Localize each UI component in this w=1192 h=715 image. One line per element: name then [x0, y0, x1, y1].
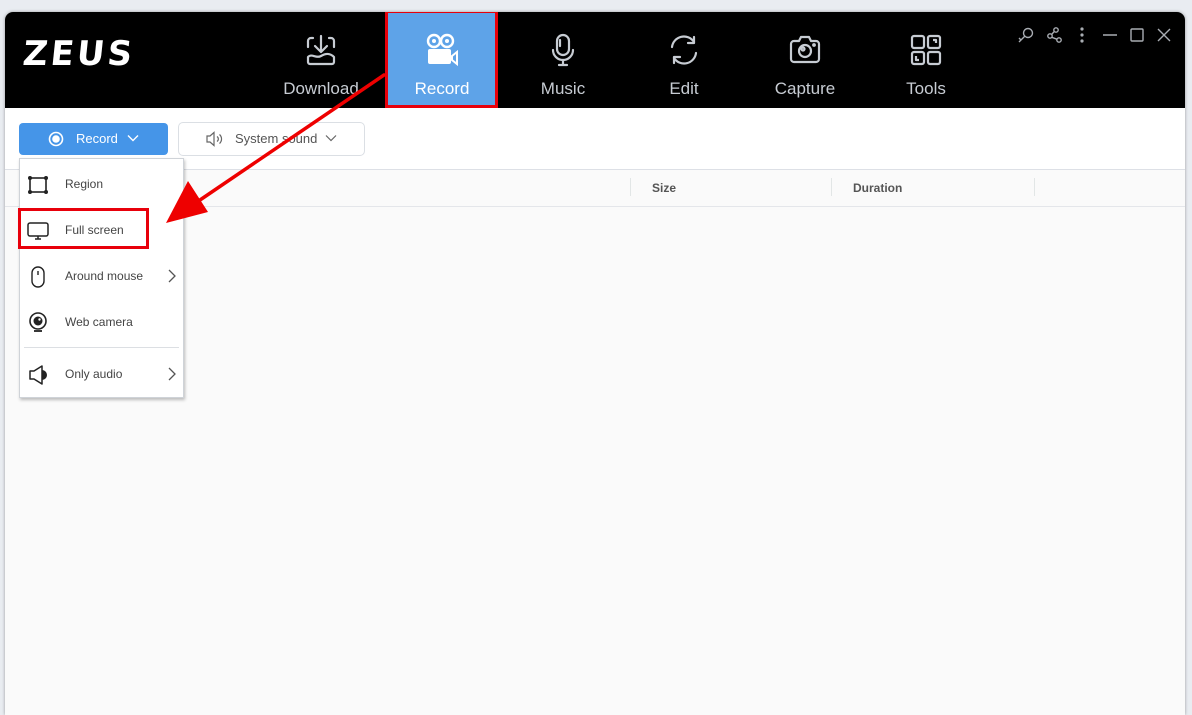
nav-tab-download[interactable]: Download: [265, 12, 377, 108]
chevron-right-icon: [167, 367, 177, 386]
speaker-icon: [206, 131, 224, 150]
menu-item-label: Web camera: [65, 315, 133, 329]
nav-tab-edit[interactable]: Edit: [628, 12, 740, 108]
share-icon[interactable]: [1044, 26, 1066, 44]
app-window: ZEUS Download Record Music Edit Capture …: [5, 12, 1185, 715]
camera-icon: [749, 32, 861, 68]
minimize-icon[interactable]: [1099, 26, 1121, 44]
nav-tab-music[interactable]: Music: [507, 12, 619, 108]
record-button-label: Record: [76, 131, 118, 146]
menu-item-web-camera[interactable]: Web camera: [20, 303, 183, 343]
menu-item-region[interactable]: Region: [20, 165, 183, 205]
column-divider[interactable]: [1034, 178, 1035, 196]
download-icon: [265, 32, 377, 68]
record-mode-menu: Region Full screen Around mouse Web came…: [19, 158, 184, 398]
menu-item-label: Only audio: [65, 367, 123, 381]
nav-label: Record: [414, 79, 470, 98]
monitor-icon: [26, 221, 50, 241]
menu-divider: [24, 347, 179, 348]
close-icon[interactable]: [1153, 26, 1175, 44]
column-divider[interactable]: [630, 178, 631, 196]
system-sound-dropdown[interactable]: System sound: [178, 122, 365, 156]
region-icon: [26, 175, 50, 195]
menu-item-label: Region: [65, 177, 104, 191]
chevron-down-icon: [325, 132, 337, 147]
speaker-icon: [26, 365, 50, 385]
more-icon[interactable]: [1071, 26, 1093, 44]
nav-tab-capture[interactable]: Capture: [749, 12, 861, 108]
menu-item-around-mouse[interactable]: Around mouse: [20, 257, 183, 297]
menu-item-label: Full screen: [65, 223, 124, 237]
column-header-duration[interactable]: Duration: [853, 181, 902, 195]
sound-button-label: System sound: [235, 131, 318, 146]
top-bar: ZEUS Download Record Music Edit Capture …: [5, 12, 1185, 108]
record-dropdown-button[interactable]: Record: [19, 123, 168, 155]
column-divider[interactable]: [831, 178, 832, 196]
menu-item-full-screen[interactable]: Full screen: [20, 211, 183, 251]
nav-label: Edit: [669, 79, 699, 98]
mouse-icon: [26, 266, 50, 288]
chevron-right-icon: [167, 269, 177, 288]
menu-item-label: Around mouse: [65, 269, 144, 283]
video-camera-icon: [386, 32, 498, 68]
microphone-icon: [507, 32, 619, 68]
column-header-size[interactable]: Size: [652, 181, 676, 195]
nav-label: Tools: [906, 79, 946, 98]
tools-grid-icon: [870, 32, 982, 68]
nav-label: Music: [540, 79, 586, 98]
record-dot-icon: [48, 131, 64, 147]
nav-label: Download: [283, 79, 359, 98]
nav-tab-record[interactable]: Record: [386, 12, 498, 108]
key-icon[interactable]: [1015, 26, 1037, 44]
maximize-icon[interactable]: [1126, 26, 1148, 44]
menu-item-only-audio[interactable]: Only audio: [20, 355, 183, 395]
nav-label: Capture: [774, 79, 836, 98]
chevron-down-icon: [127, 132, 139, 147]
nav-tab-tools[interactable]: Tools: [870, 12, 982, 108]
webcam-icon: [26, 312, 50, 333]
app-logo: ZEUS: [20, 34, 138, 74]
convert-icon: [628, 32, 740, 68]
